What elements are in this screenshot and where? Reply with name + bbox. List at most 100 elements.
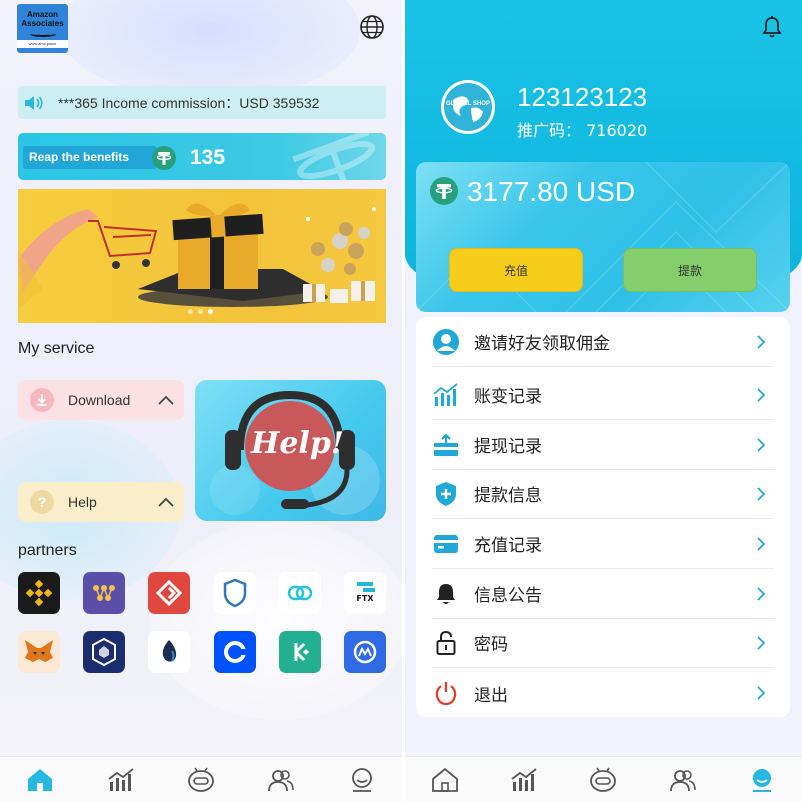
tether-icon	[430, 177, 458, 205]
logo-url: www.amz.place	[17, 40, 68, 48]
chevron-right-icon	[757, 334, 766, 349]
robot-icon	[188, 767, 214, 792]
ftx-text: FTX	[356, 594, 374, 603]
chevron-right-icon	[757, 686, 766, 700]
menu-item-withdraw-info[interactable]: 提款信息	[432, 469, 774, 519]
menu-item-password[interactable]: 密码	[432, 618, 774, 668]
partners-grid: FTX	[18, 572, 386, 690]
tab-market[interactable]	[106, 765, 136, 795]
user-icon	[432, 328, 460, 356]
ftx-icon[interactable]: FTX	[343, 572, 386, 614]
robot-icon	[590, 767, 617, 792]
referral-code: 716020	[586, 121, 648, 140]
coinmarketcap-icon[interactable]	[343, 631, 386, 673]
download-icon	[30, 388, 54, 412]
menu-label-recharge-records: 充值记录	[474, 536, 542, 556]
chevron-up-icon	[158, 497, 174, 507]
chevron-right-icon	[757, 635, 766, 650]
profile-icon	[753, 768, 772, 792]
tab-home[interactable]	[25, 765, 55, 795]
market-icon	[108, 767, 134, 791]
help-label: Help	[68, 494, 97, 510]
help-support-card[interactable]: Help!	[195, 380, 386, 521]
tiers-icon[interactable]	[83, 572, 126, 614]
benefits-label: Reap the benefits	[23, 146, 157, 169]
help-button[interactable]: ? Help	[18, 482, 184, 522]
chevron-right-icon	[757, 486, 766, 501]
logo-line1: Amazon	[26, 10, 59, 19]
tab-team[interactable]	[266, 765, 296, 795]
shield-plus-icon	[432, 480, 460, 508]
profile-screen: GLOBAL SHOP 123123123 推广码： 716020 3177.8…	[405, 0, 802, 802]
chevron-right-icon	[757, 437, 766, 452]
chevron-right-icon	[757, 536, 766, 551]
gatechain-icon[interactable]	[148, 572, 191, 614]
market-icon	[511, 767, 537, 791]
promo-banner[interactable]	[18, 189, 386, 323]
tab-robot[interactable]	[186, 765, 216, 795]
menu-label-withdraw-records: 提现记录	[474, 437, 542, 457]
chart-icon	[432, 381, 460, 409]
team-icon	[268, 769, 295, 791]
tab-profile[interactable]	[347, 765, 377, 795]
menu-item-announcements[interactable]: 信息公告	[432, 569, 774, 619]
profile-menu: 邀请好友领取佣金 账变记录 提现记录 提款信息 充值记录 信息公告 密码 退出	[416, 317, 790, 717]
team-icon	[669, 769, 696, 791]
income-notice-bar: ***365 Income commission：USD 359532	[18, 86, 386, 119]
menu-item-logout[interactable]: 退出	[432, 668, 774, 718]
card-icon	[432, 530, 460, 558]
speaker-icon	[25, 95, 43, 110]
tab-team[interactable]	[668, 765, 698, 795]
menu-label-invite: 邀请好友领取佣金	[474, 334, 610, 354]
bell-icon	[432, 580, 460, 608]
tab-profile[interactable]	[747, 765, 777, 795]
menu-label-account-changes: 账变记录	[474, 387, 542, 407]
referral-label: 推广码：	[517, 121, 582, 140]
menu-item-withdraw-records[interactable]: 提现记录	[432, 420, 774, 470]
recharge-button[interactable]: 充值	[449, 248, 583, 292]
crypto-com-icon[interactable]	[83, 631, 126, 673]
huobi-icon[interactable]	[148, 631, 191, 673]
upload-icon	[432, 431, 460, 459]
my-service-title: My service	[18, 340, 95, 357]
notification-bell-icon[interactable]	[760, 15, 784, 39]
menu-label-announcements: 信息公告	[474, 586, 542, 606]
link-icon[interactable]	[278, 572, 321, 614]
shop-logo-text: GLOBAL SHOP	[446, 101, 490, 107]
bottom-tabbar	[0, 756, 402, 802]
trust-wallet-icon[interactable]	[213, 572, 256, 614]
kucoin-icon[interactable]	[278, 631, 321, 673]
banner-pagination[interactable]	[188, 309, 213, 314]
menu-label-logout: 退出	[474, 685, 508, 706]
metamask-icon[interactable]	[18, 631, 60, 673]
bottom-tabbar	[405, 756, 802, 802]
help-card-text: Help!	[251, 426, 344, 461]
language-globe-icon[interactable]	[359, 14, 385, 40]
benefits-value: 135	[190, 146, 226, 169]
username: 123123123	[517, 82, 648, 112]
balance-amount: 3177.80 USD	[467, 176, 636, 207]
coinbase-icon[interactable]	[213, 631, 256, 673]
tab-market[interactable]	[509, 765, 539, 795]
balance-card: 3177.80 USD 充值 提款	[416, 162, 790, 312]
menu-item-recharge-records[interactable]: 充值记录	[432, 519, 774, 569]
download-button[interactable]: Download	[18, 380, 184, 420]
notice-text: ***365 Income commission：USD 359532	[58, 94, 320, 111]
binance-icon[interactable]	[18, 572, 60, 614]
global-shop-avatar[interactable]: GLOBAL SHOP	[441, 80, 495, 134]
menu-label-withdraw-info: 提款信息	[474, 486, 542, 506]
menu-item-account-changes[interactable]: 账变记录	[432, 370, 774, 420]
withdraw-button[interactable]: 提款	[623, 248, 757, 292]
gift-banner-illustration	[18, 203, 376, 309]
chevron-right-icon	[757, 387, 766, 402]
logo-line2: Associates	[21, 19, 64, 28]
power-icon	[432, 679, 460, 707]
tab-home[interactable]	[430, 765, 460, 795]
menu-item-invite[interactable]: 邀请好友领取佣金	[432, 317, 774, 367]
chevron-up-icon	[158, 395, 174, 405]
benefits-card[interactable]: Reap the benefits 135	[18, 133, 386, 180]
home-screen: Amazon Associates www.amz.place ***365 I…	[0, 0, 402, 802]
tether-icon	[152, 146, 176, 170]
tab-robot[interactable]	[588, 765, 618, 795]
tether-watermark-icon	[292, 133, 375, 180]
